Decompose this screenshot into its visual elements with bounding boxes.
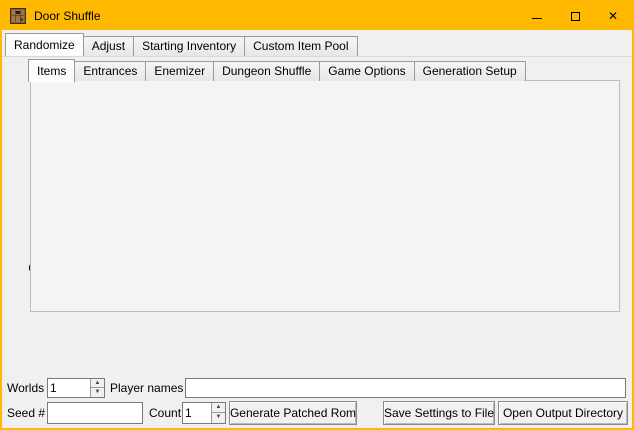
maximize-icon[interactable] xyxy=(556,2,594,30)
tab-adjust[interactable]: Adjust xyxy=(83,36,134,56)
spin-up-icon[interactable]: ▲ xyxy=(212,403,225,413)
minimize-icon[interactable] xyxy=(518,2,556,30)
worlds-input[interactable] xyxy=(48,379,90,397)
count-spinner[interactable]: ▲ ▼ xyxy=(182,402,226,424)
seed-input[interactable] xyxy=(47,402,143,424)
tab-game-options[interactable]: Game Options xyxy=(319,61,414,81)
spin-down-icon[interactable]: ▼ xyxy=(212,413,225,423)
save-settings-button[interactable]: Save Settings to File xyxy=(383,401,495,425)
worlds-spinner[interactable]: ▲ ▼ xyxy=(47,378,105,398)
tab-generation-setup[interactable]: Generation Setup xyxy=(414,61,526,81)
player-names-label: Player names xyxy=(110,381,183,395)
titlebar: Door Shuffle ✕ xyxy=(2,2,632,30)
tab-dungeon-shuffle[interactable]: Dungeon Shuffle xyxy=(213,61,320,81)
inner-tab-bar: Items Entrances Enemizer Dungeon Shuffle… xyxy=(28,58,525,81)
generate-patched-rom-button[interactable]: Generate Patched Rom xyxy=(229,401,357,425)
open-output-directory-button[interactable]: Open Output Directory xyxy=(498,401,628,425)
caption-buttons: ✕ xyxy=(518,2,632,30)
tab-entrances[interactable]: Entrances xyxy=(74,61,146,81)
spinner-arrows: ▲ ▼ xyxy=(90,379,104,397)
items-tab-panel xyxy=(30,80,620,312)
worlds-label: Worlds xyxy=(7,381,44,395)
spin-up-icon[interactable]: ▲ xyxy=(91,379,104,388)
close-icon[interactable]: ✕ xyxy=(594,2,632,30)
seed-label: Seed # xyxy=(7,406,45,420)
count-input[interactable] xyxy=(183,403,211,423)
tab-enemizer[interactable]: Enemizer xyxy=(145,61,214,81)
spinner-arrows: ▲ ▼ xyxy=(211,403,225,423)
tab-items[interactable]: Items xyxy=(28,59,75,82)
window-content: Randomize Adjust Starting Inventory Cust… xyxy=(2,30,632,428)
app-door-icon xyxy=(10,8,26,24)
tab-randomize[interactable]: Randomize xyxy=(5,33,84,56)
spin-down-icon[interactable]: ▼ xyxy=(91,388,104,397)
tab-starting-inventory[interactable]: Starting Inventory xyxy=(133,36,245,56)
tab-custom-item-pool[interactable]: Custom Item Pool xyxy=(244,36,357,56)
app-window: Door Shuffle ✕ Randomize Adjust Starting… xyxy=(0,0,634,430)
outer-tab-bar: Randomize Adjust Starting Inventory Cust… xyxy=(5,33,357,56)
outer-pane-border xyxy=(2,56,632,57)
window-title: Door Shuffle xyxy=(34,9,101,23)
count-label: Count xyxy=(149,406,181,420)
player-names-input[interactable] xyxy=(185,378,626,398)
